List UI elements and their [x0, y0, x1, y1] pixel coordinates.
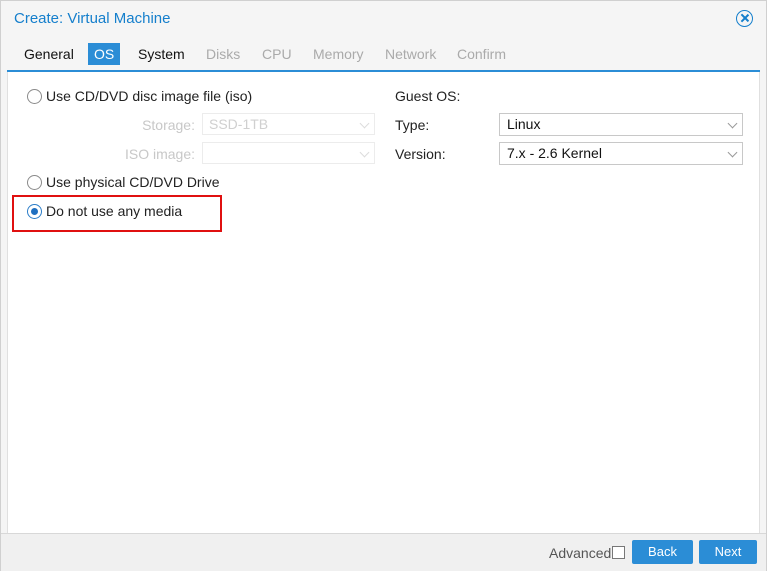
tab-memory[interactable]: Memory — [307, 43, 370, 65]
chevron-down-icon — [359, 118, 370, 129]
type-label: Type: — [395, 117, 430, 133]
tab-network[interactable]: Network — [379, 43, 442, 65]
close-icon[interactable] — [736, 10, 753, 27]
radio-iso-label[interactable]: Use CD/DVD disc image file (iso) — [46, 88, 252, 104]
iso-image-select[interactable] — [202, 142, 375, 164]
tab-general[interactable]: General — [18, 43, 80, 65]
tab-confirm[interactable]: Confirm — [451, 43, 512, 65]
dialog-title: Create: Virtual Machine — [14, 10, 171, 27]
storage-select[interactable]: SSD-1TB — [202, 113, 375, 135]
radio-physical-label[interactable]: Use physical CD/DVD Drive — [46, 174, 219, 190]
tab-cpu[interactable]: CPU — [256, 43, 298, 65]
tab-system[interactable]: System — [132, 43, 191, 65]
storage-value: SSD-1TB — [209, 116, 269, 132]
version-select[interactable]: 7.x - 2.6 Kernel — [499, 142, 743, 165]
guest-os-heading: Guest OS: — [395, 88, 461, 104]
advanced-checkbox[interactable] — [612, 546, 625, 559]
advanced-label[interactable]: Advanced — [549, 545, 611, 561]
back-button[interactable]: Back — [632, 540, 693, 564]
tab-os[interactable]: OS — [88, 43, 121, 65]
dialog-titlebar: Create: Virtual Machine — [1, 1, 766, 37]
tab-disks[interactable]: Disks — [200, 43, 246, 65]
radio-iso[interactable] — [27, 89, 42, 104]
type-value: Linux — [507, 116, 541, 132]
radio-physical[interactable] — [27, 175, 42, 190]
chevron-down-icon — [727, 118, 738, 129]
version-value: 7.x - 2.6 Kernel — [507, 145, 602, 161]
chevron-down-icon — [359, 147, 370, 158]
chevron-down-icon — [727, 147, 738, 158]
next-button[interactable]: Next — [699, 540, 757, 564]
type-select[interactable]: Linux — [499, 113, 743, 136]
create-vm-dialog: Create: Virtual Machine General OS Syste… — [0, 0, 767, 571]
storage-label: Storage: — [142, 117, 195, 133]
version-label: Version: — [395, 146, 446, 162]
iso-image-label: ISO image: — [124, 146, 195, 162]
dialog-footer: Advanced Back Next — [1, 533, 766, 571]
highlight-box — [12, 195, 222, 232]
wizard-tabs: General OS System Disks CPU Memory Netwo… — [1, 37, 766, 69]
